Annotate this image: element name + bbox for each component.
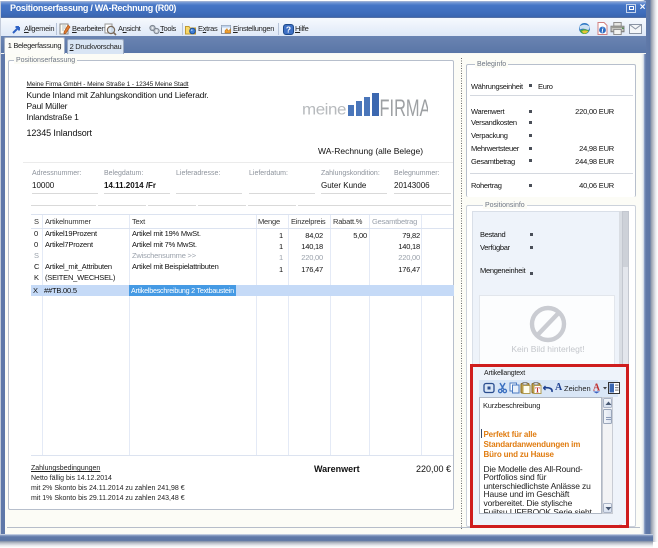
svg-text:FIRMA: FIRMA <box>380 95 429 119</box>
svg-text:?: ? <box>286 24 291 34</box>
svg-text:Kein Bild hinterlegt!: Kein Bild hinterlegt! <box>511 344 584 354</box>
svg-text:i: i <box>602 26 604 34</box>
svg-text:meine: meine <box>302 102 346 119</box>
